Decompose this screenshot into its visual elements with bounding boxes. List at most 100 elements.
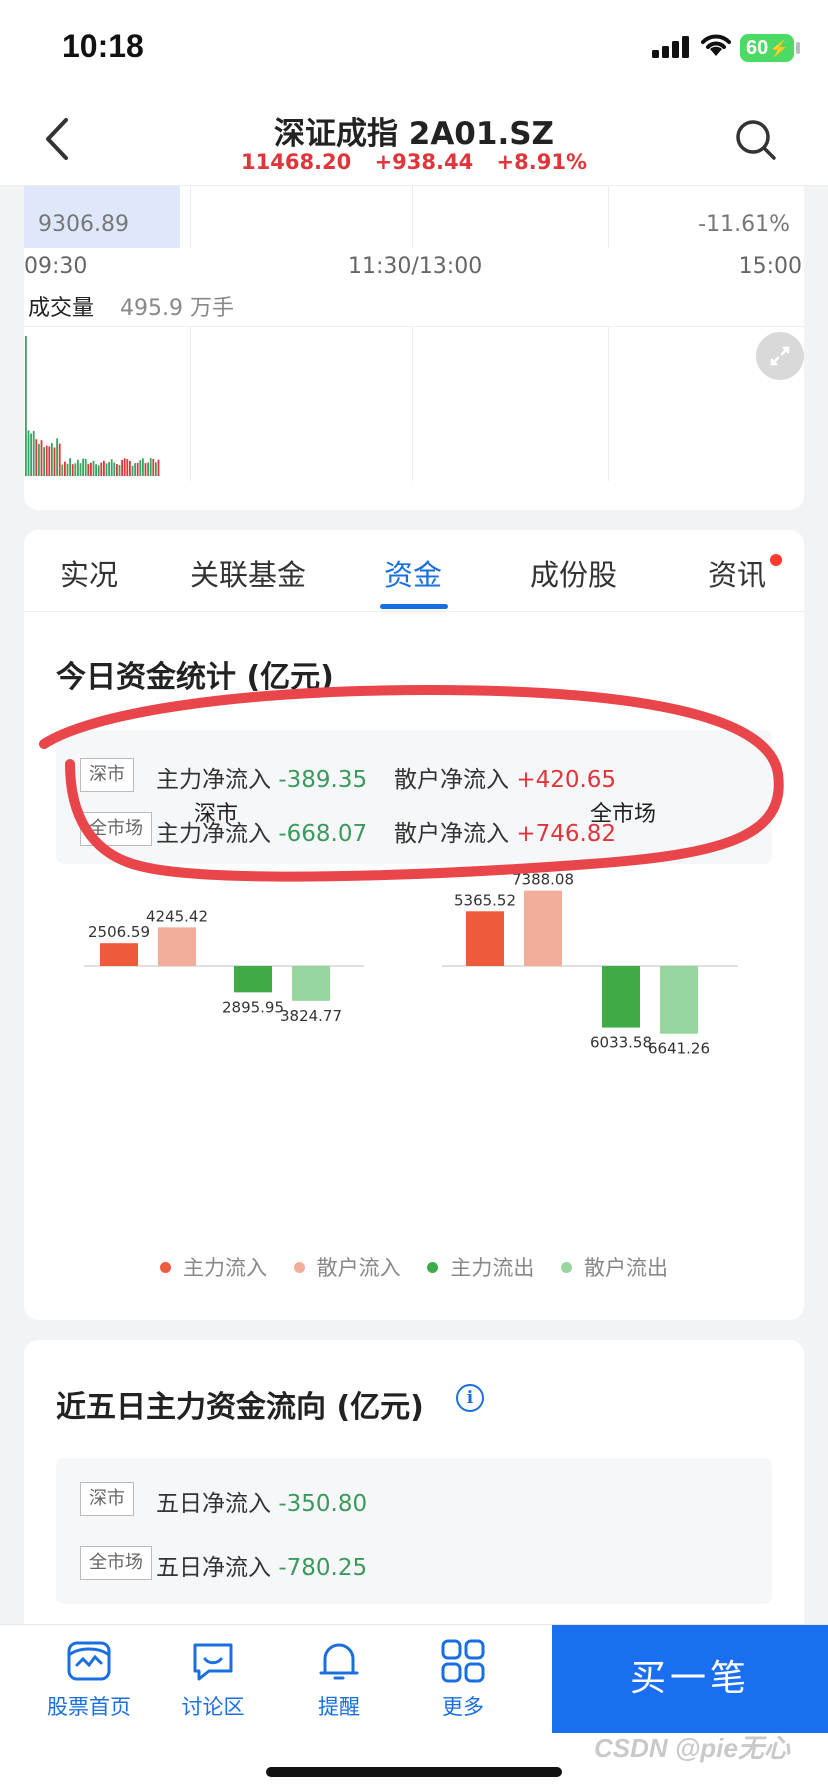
volume-bar (45, 445, 48, 476)
nav-stock-home[interactable]: 股票首页 (34, 1639, 144, 1721)
volume-bar (87, 464, 90, 476)
bar-2 (602, 966, 640, 1028)
active-tab-indicator (380, 604, 448, 609)
tab-components[interactable]: 成份股 (530, 552, 617, 594)
time-start: 09:30 (24, 254, 88, 279)
volume-bar (126, 459, 129, 476)
legend-dot (561, 1261, 573, 1273)
grid-line (608, 186, 609, 248)
bar-1 (158, 927, 196, 966)
volume-bar (97, 465, 100, 476)
legend-item: 主力流出 (427, 1252, 534, 1282)
time-end: 15:00 (738, 254, 802, 279)
legend-label: 主力流出 (450, 1256, 535, 1280)
volume-bar (66, 463, 69, 476)
volume-bar (69, 458, 71, 476)
volume-bar (84, 458, 87, 476)
volume-bar (27, 430, 30, 476)
battery-icon: 60⚡ (740, 34, 794, 62)
search-icon[interactable] (732, 116, 780, 164)
tab-bar: 实况 关联基金 资金 成份股 资讯 (24, 530, 804, 612)
nav-label: 讨论区 (181, 1695, 245, 1719)
volume-bar (149, 458, 152, 476)
volume-bar (118, 464, 121, 476)
volume-bar (113, 462, 116, 476)
bar-label-0: 2506.59 (88, 923, 150, 941)
volume-bar (30, 433, 32, 476)
low-pct: -11.61% (698, 212, 790, 237)
volume-bar (48, 446, 51, 476)
tab-related-funds[interactable]: 关联基金 (190, 552, 306, 594)
nav-header: 深证成指 2A01.SZ 11468.20 +938.44 +8.91% (0, 100, 828, 186)
volume-bar (77, 459, 79, 476)
info-icon[interactable]: i (456, 1384, 484, 1412)
five-row-sz: 深市 五日净流入 -350.80 (80, 1482, 760, 1518)
battery-cap (796, 42, 800, 54)
volume-bar (142, 458, 144, 476)
volume-bar (95, 464, 97, 476)
volume-bar (147, 462, 149, 476)
tab-live[interactable]: 实况 (60, 552, 118, 594)
fund-flow-card: 实况 关联基金 资金 成份股 资讯 今日资金统计 (亿元) 深市 主力净流入 -… (24, 530, 804, 1320)
volume-bar (108, 462, 110, 476)
volume-bar (56, 438, 58, 476)
volume-bar (79, 463, 82, 476)
volume-bar (92, 460, 95, 476)
volume-bar (71, 464, 74, 476)
tab-news[interactable]: 资讯 (708, 552, 766, 594)
nav-label: 更多 (442, 1695, 484, 1719)
grid-line (412, 327, 413, 481)
buy-button[interactable]: 买一笔 (552, 1625, 828, 1733)
volume-bar (25, 336, 27, 476)
volume-bar (129, 460, 131, 476)
volume-bars (25, 336, 160, 476)
volume-bar (155, 462, 157, 476)
legend-dot (159, 1261, 171, 1273)
five-day-card: 近五日主力资金流向 (亿元) i 深市 五日净流入 -350.80 全市场 五日… (24, 1340, 804, 1640)
volume-bar (61, 464, 64, 476)
expand-icon[interactable] (756, 332, 804, 380)
tag-sz: 深市 (80, 1482, 134, 1516)
nav-reminder[interactable]: 提醒 (284, 1639, 394, 1721)
nav-more[interactable]: 更多 (408, 1639, 518, 1721)
tab-capital[interactable]: 资金 (384, 552, 442, 594)
volume-bar (90, 462, 92, 476)
volume-bar (40, 440, 43, 476)
quote-line: 11468.20 +938.44 +8.91% (0, 150, 828, 174)
five-label: 五日净流入 (156, 1555, 271, 1581)
five-day-stats: 深市 五日净流入 -350.80 全市场 五日净流入 -780.25 (56, 1458, 772, 1604)
volume-bar (139, 460, 142, 476)
bar-3 (660, 966, 698, 1034)
change-pct: +8.91% (496, 150, 587, 174)
volume-bar (38, 443, 40, 476)
status-bar: 10:18 60⚡ (0, 0, 828, 100)
legend-dot (293, 1261, 305, 1273)
volume-label: 成交量 (28, 296, 95, 321)
bell-icon (319, 1643, 359, 1680)
bar-3 (292, 966, 330, 1001)
watermark: CSDN @pie无心 (594, 1733, 790, 1763)
volume-bar (51, 443, 53, 476)
legend-item: 散户流出 (561, 1252, 668, 1282)
volume-bar (110, 459, 113, 476)
volume-bar (58, 443, 61, 476)
grid-line (608, 327, 609, 481)
status-time: 10:18 (62, 28, 144, 64)
volume-bar (134, 463, 136, 476)
five-value: -350.80 (278, 1491, 368, 1517)
volume-bar (144, 463, 147, 476)
legend-label: 散户流入 (316, 1256, 401, 1280)
volume-bar (152, 459, 155, 476)
five-stat-all: 五日净流入 -780.25 (156, 1548, 367, 1582)
nav-discussion[interactable]: 讨论区 (158, 1639, 268, 1721)
low-value: 9306.89 (38, 212, 129, 237)
volume-bar (131, 465, 134, 476)
volume-bar (74, 463, 77, 476)
grid-line (190, 186, 191, 248)
intraday-chart[interactable]: 9306.89 -11.61% 09:30 11:30/13:00 15:00 … (24, 186, 804, 510)
volume-bar (53, 447, 56, 476)
stock-home-icon (67, 1641, 111, 1681)
volume-bar (123, 458, 126, 476)
legend-label: 主力流入 (182, 1256, 267, 1280)
volume-value: 495.9 万手 (120, 296, 234, 321)
